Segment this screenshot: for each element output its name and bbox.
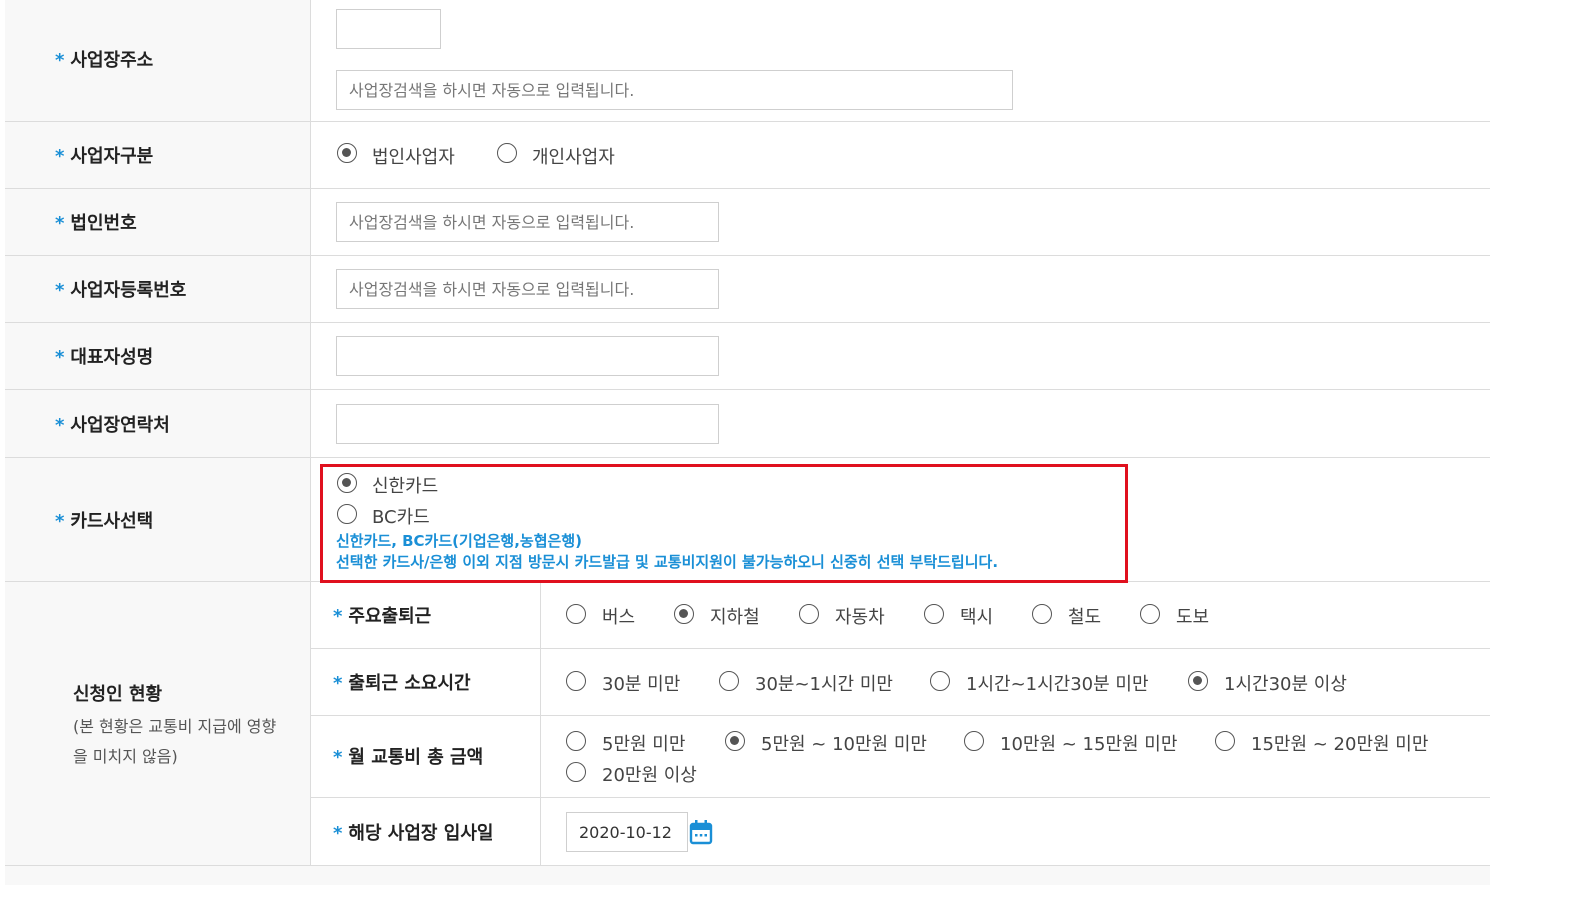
corp-number-label: * 법인번호 — [55, 213, 137, 234]
corp-number-field[interactable] — [336, 202, 719, 242]
required-mark: * — [55, 50, 65, 71]
row-corp-number: * 법인번호 — [5, 189, 1490, 256]
radio-rail[interactable] — [1032, 604, 1052, 624]
radio-bus-label[interactable]: 버스 — [602, 603, 635, 629]
biz-reg-number-field[interactable] — [336, 269, 719, 309]
row-label-cell: * 사업장주소 — [5, 0, 311, 121]
radio-10-15man[interactable] — [964, 731, 984, 751]
rep-name-field[interactable] — [336, 336, 719, 376]
radio-10-15man-label[interactable]: 10만원 ~ 15만원 미만 — [1000, 730, 1177, 756]
applicant-title: 신청인 현황 — [73, 684, 163, 705]
radio-15-20man-label[interactable]: 15만원 ~ 20만원 미만 — [1251, 730, 1428, 756]
row-value-cell — [311, 0, 1490, 121]
radio-taxi-label[interactable]: 택시 — [960, 603, 993, 629]
radio-corporate-label[interactable]: 법인사업자 — [372, 143, 455, 169]
subrow-duration: * 출퇴근 소요시간 30분 미만 30분~1시간 미만 1시간~1시간30분 미… — [311, 649, 1490, 716]
duration-label: * 출퇴근 소요시간 — [333, 673, 471, 694]
radio-over-1h30-label[interactable]: 1시간30분 이상 — [1224, 670, 1347, 696]
radio-over-20man[interactable] — [566, 762, 586, 782]
cost-label: * 월 교통비 총 금액 — [333, 747, 484, 768]
join-date-field[interactable] — [566, 812, 688, 852]
radio-rail-label[interactable]: 철도 — [1068, 603, 1101, 629]
postcode-field[interactable] — [336, 9, 441, 49]
subrow-cost: * 월 교통비 총 금액 5만원 미만 5만원 ~ 10만원 미만 10만원 ~ … — [311, 716, 1490, 798]
calendar-icon[interactable] — [689, 819, 713, 845]
radio-individual-label[interactable]: 개인사업자 — [532, 143, 615, 169]
radio-1h-1h30-label[interactable]: 1시간~1시간30분 미만 — [966, 670, 1149, 696]
radio-30min-1h[interactable] — [719, 671, 739, 691]
radio-car-label[interactable]: 자동차 — [835, 603, 885, 629]
commute-label: * 주요출퇴근 — [333, 606, 432, 627]
biz-reg-number-label: * 사업자등록번호 — [55, 280, 187, 301]
row-contact: * 사업장연락처 — [5, 390, 1490, 458]
radio-corporate[interactable] — [337, 143, 357, 163]
radio-30min-1h-label[interactable]: 30분~1시간 미만 — [755, 670, 893, 696]
radio-subway[interactable] — [674, 604, 694, 624]
radio-under-5man-label[interactable]: 5만원 미만 — [602, 730, 685, 756]
applicant-note: (본 현황은 교통비 지급에 영향을 미치지 않음) — [73, 717, 277, 766]
row-business-type: * 사업자구분 법인사업자 개인사업자 — [5, 122, 1490, 189]
address-field[interactable] — [336, 70, 1013, 110]
contact-label: * 사업장연락처 — [55, 415, 170, 436]
radio-over-1h30[interactable] — [1188, 671, 1208, 691]
radio-car[interactable] — [799, 604, 819, 624]
radio-walk[interactable] — [1140, 604, 1160, 624]
radio-over-20man-label[interactable]: 20만원 이상 — [602, 761, 697, 787]
radio-individual[interactable] — [497, 143, 517, 163]
radio-under-30min-label[interactable]: 30분 미만 — [602, 670, 680, 696]
card-label: * 카드사선택 — [55, 511, 154, 532]
radio-subway-label[interactable]: 지하철 — [710, 603, 760, 629]
radio-15-20man[interactable] — [1215, 731, 1235, 751]
radio-5-10man-label[interactable]: 5만원 ~ 10만원 미만 — [761, 730, 927, 756]
row-rep-name: * 대표자성명 — [5, 323, 1490, 390]
rep-name-label: * 대표자성명 — [55, 347, 154, 368]
radio-1h-1h30[interactable] — [930, 671, 950, 691]
radio-under-5man[interactable] — [566, 731, 586, 751]
row-biz-reg-number: * 사업자등록번호 — [5, 256, 1490, 323]
row-address: * 사업장주소 — [5, 0, 1490, 122]
radio-walk-label[interactable]: 도보 — [1176, 603, 1209, 629]
radio-taxi[interactable] — [924, 604, 944, 624]
radio-5-10man[interactable] — [725, 731, 745, 751]
radio-under-30min[interactable] — [566, 671, 586, 691]
card-selection-highlight-box — [320, 464, 1128, 583]
join-date-label: * 해당 사업장 입사일 — [333, 823, 494, 844]
business-type-label: * 사업자구분 — [55, 146, 154, 167]
contact-field[interactable] — [336, 404, 719, 444]
subrow-commute: * 주요출퇴근 버스 지하철 자동차 택시 철도 도보 — [311, 582, 1490, 649]
subrow-join-date: * 해당 사업장 입사일 — [311, 798, 1490, 865]
address-label: * 사업장주소 — [55, 50, 154, 71]
radio-bus[interactable] — [566, 604, 586, 624]
